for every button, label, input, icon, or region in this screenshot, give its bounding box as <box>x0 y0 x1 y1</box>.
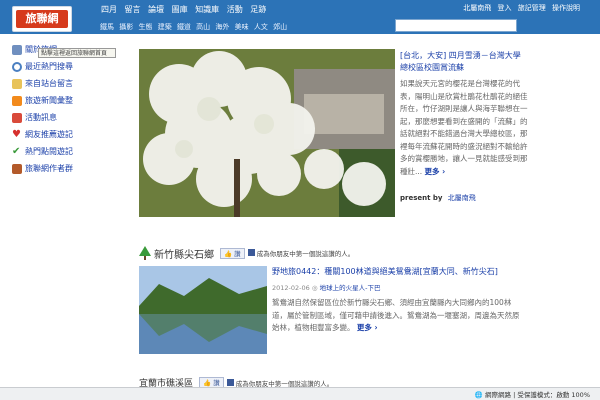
sidebar-item-authors[interactable]: 旅聯網作者群 <box>12 160 124 177</box>
sidebar-item-label: 活動訊息 <box>25 113 57 122</box>
feature-more-label: 更多 <box>424 166 440 176</box>
feature-image[interactable] <box>139 49 395 217</box>
sidebar-item-messages[interactable]: 來自站台留言 <box>12 75 124 92</box>
card-text: 野地旅0442：穫關100林道與絕美鴛鴦湖[宜蘭大同、新竹尖石] 2012-02… <box>272 266 522 335</box>
site-logo[interactable]: 旅聯網 <box>12 6 72 32</box>
sidebar-item-events[interactable]: 活動訊息 <box>12 109 124 126</box>
sidebar-item-label: 網友推薦遊記 <box>25 130 73 139</box>
presented-by-label: present by <box>400 194 443 202</box>
category-photography[interactable]: 攝影 <box>119 22 133 32</box>
sidebar-item-label: 來自站台留言 <box>25 79 73 88</box>
presented-by-author[interactable]: 北屬南飛 <box>448 194 476 202</box>
presented-by: present by 北屬南飛 <box>400 193 476 203</box>
card-title[interactable]: 野地旅0442：穫關100林道與絕美鴛鴦湖[宜蘭大同、新竹尖石] <box>272 266 522 278</box>
feature-body: 如果說天元宮的櫻花是台灣櫻花的代表，陽明山是欣賞杜鵑花杜鵑花的絕佳所在，竹仔湖則… <box>400 78 528 178</box>
profile-icon <box>12 44 22 55</box>
search-button[interactable]: 搜尋 ▾ <box>483 20 506 31</box>
feature-title[interactable]: [台北，大安] 四月雪湧－台灣大學總校區校園賞流蘇 <box>400 50 528 74</box>
card-date: 2012-02-06 <box>272 284 310 292</box>
nav-item-message[interactable]: 留言 <box>125 4 141 15</box>
sidebar: 關於旅網 最近熱門搜尋 來自站台留言 旅遊新聞彙整 活動訊息 ♥ 網友推薦遊記 … <box>12 41 124 177</box>
sidebar-item-recommended[interactable]: ♥ 網友推薦遊記 <box>12 126 124 143</box>
heart-icon: ♥ <box>12 128 21 140</box>
user-name[interactable]: 北屬南飛 <box>463 4 491 12</box>
category-architecture[interactable]: 建築 <box>158 22 172 32</box>
logo-tooltip: 點擊這裡返回旅聯網首頁 <box>38 48 116 58</box>
calendar-icon <box>12 112 22 123</box>
card-image[interactable] <box>139 266 267 354</box>
section-header: 新竹縣尖石鄉 👍 讚 成為你朋友中第一個說這讚的人。 <box>139 244 519 262</box>
lake-photo <box>139 266 267 354</box>
category-hills[interactable]: 郊山 <box>273 22 287 32</box>
category-overseas[interactable]: 海外 <box>215 22 229 32</box>
sidebar-item-label: 最近熱門搜尋 <box>25 62 73 71</box>
records-link[interactable]: 旅記管理 <box>518 4 546 12</box>
login-link[interactable]: 登入 <box>498 4 512 12</box>
people-icon <box>12 163 22 174</box>
category-ecology[interactable]: 生態 <box>138 22 152 32</box>
nav-item-april[interactable]: 四月 <box>101 4 117 15</box>
card-meta: 2012-02-06 ◎ 地球上的火星人-下巴 <box>272 282 522 292</box>
author-icon: ◎ <box>311 284 320 292</box>
user-box: 北屬南飛 登入 旅記管理 操作說明 <box>459 3 580 13</box>
message-icon <box>12 78 22 89</box>
help-link[interactable]: 操作說明 <box>552 4 580 12</box>
category-food[interactable]: 美味 <box>235 22 249 32</box>
like-button-label-2: 讚 <box>213 379 220 387</box>
status-zone: 網際網路 | 受保護模式：啟動 <box>485 391 570 399</box>
sidebar-item-label: 旅聯網作者群 <box>25 164 73 173</box>
nav-item-events[interactable]: 活動 <box>227 4 243 15</box>
facebook-icon <box>247 249 255 256</box>
status-text: 🌐 網際網路 | 受保護模式：啟動 100% <box>475 389 590 399</box>
globe-icon: 🌐 <box>474 391 483 399</box>
feature-more-link[interactable]: 更多 › <box>425 167 446 176</box>
facebook-icon <box>226 378 234 386</box>
category-railway[interactable]: 鐵道 <box>177 22 191 32</box>
sidebar-item-popular[interactable]: ✔ 熱門點閱遊記 <box>12 143 124 160</box>
tree-icon <box>139 246 151 260</box>
logo-text: 旅聯網 <box>16 10 68 28</box>
feature-text: [台北，大安] 四月雪湧－台灣大學總校區校園賞流蘇 如果說天元宮的櫻花是台灣櫻花… <box>400 50 528 178</box>
category-cycling[interactable]: 鐵馬 <box>100 22 114 32</box>
nav-item-footprint[interactable]: 足跡 <box>250 4 266 15</box>
card-body-text: 鴛鴦湖自然保留區位於新竹縣尖石鄉、須經由宜蘭縣內大同鄉內的100林道，屬於管制區… <box>272 298 520 332</box>
sidebar-item-label: 熱門點閱遊記 <box>25 147 73 156</box>
like-button-label: 讚 <box>234 249 241 258</box>
sidebar-item-label: 旅遊新聞彙整 <box>25 96 73 105</box>
nav-item-forum[interactable]: 論壇 <box>148 4 164 15</box>
flowering-tree-photo <box>139 49 395 217</box>
nav-item-knowledge[interactable]: 知識庫 <box>195 4 219 15</box>
feature-body-text: 如果說天元宮的櫻花是台灣櫻花的代表，陽明山是欣賞杜鵑花杜鵑花的絕佳所在，竹仔湖則… <box>400 79 528 176</box>
like-text-label: 成為你朋友中第一個說這讚的人。 <box>256 250 355 258</box>
category-culture[interactable]: 人文 <box>254 22 268 32</box>
search-icon <box>12 61 22 72</box>
card-body: 鴛鴦湖自然保留區位於新竹縣尖石鄉、須經由宜蘭縣內大同鄉內的100林道，屬於管制區… <box>272 297 522 335</box>
card-author[interactable]: 地球上的火星人-下巴 <box>320 284 381 292</box>
search-button-label: 搜尋 <box>483 21 499 30</box>
main-nav: 四月 留言 論壇 圖庫 知識庫 活動 足跡 <box>101 4 271 15</box>
status-bar: 🌐 網際網路 | 受保護模式：啟動 100% <box>0 387 600 400</box>
card-more-link[interactable]: 更多 › <box>357 323 378 332</box>
like-text: 成為你朋友中第一個說這讚的人。 <box>247 248 355 258</box>
sidebar-item-news[interactable]: 旅遊新聞彙整 <box>12 92 124 109</box>
rss-icon <box>12 95 22 106</box>
like-button[interactable]: 👍 讚 <box>220 247 245 259</box>
check-icon: ✔ <box>12 145 21 157</box>
category-nav: 鐵馬 攝影 生態 建築 鐵道 高山 海外 美味 人文 郊山 <box>100 22 290 32</box>
site-header: 旅聯網 四月 留言 論壇 圖庫 知識庫 活動 足跡 鐵馬 攝影 生態 建築 鐵道… <box>0 0 600 34</box>
like-text-2: 成為你朋友中第一個說這讚的人。 <box>226 378 333 388</box>
sidebar-item-hot-search[interactable]: 最近熱門搜尋 <box>12 58 124 75</box>
zoom-level[interactable]: 100% <box>571 391 590 399</box>
nav-item-gallery[interactable]: 圖庫 <box>172 4 188 15</box>
category-mountain[interactable]: 高山 <box>196 22 210 32</box>
section-title[interactable]: 新竹縣尖石鄉 <box>154 246 214 261</box>
card-more-label: 更多 <box>356 323 372 332</box>
